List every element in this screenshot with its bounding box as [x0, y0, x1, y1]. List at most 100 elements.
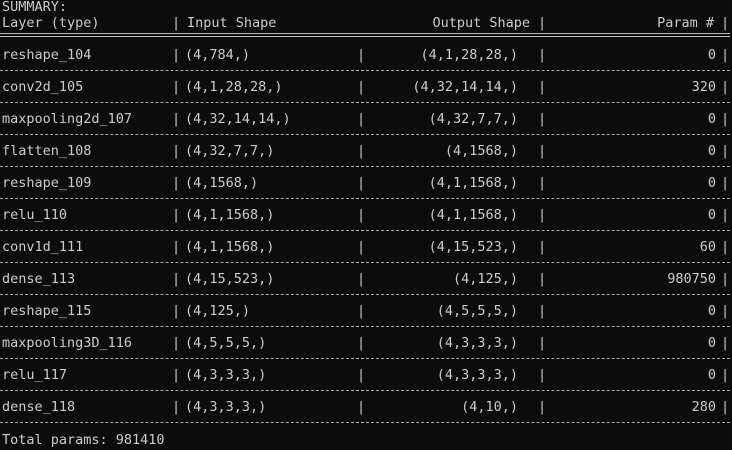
table-row: relu_110 | (4,1,1568,) | (4,1,1568,) | 0 |	[0, 207, 732, 223]
column-separator: |	[721, 239, 730, 255]
table-row: reshape_109 | (4,1568,) | (4,1,1568,) | 0 |	[0, 175, 732, 191]
column-separator: |	[721, 303, 730, 319]
row-divider	[0, 198, 730, 199]
column-separator: |	[357, 79, 366, 95]
layer-name: reshape_115	[2, 303, 92, 319]
input-shape: (4,15,523,)	[185, 271, 275, 287]
column-separator: |	[721, 79, 730, 95]
column-separator: |	[172, 143, 181, 159]
input-shape: (4,1,28,28,)	[185, 79, 283, 95]
column-separator: |	[721, 367, 730, 383]
layer-name: conv1d_111	[2, 239, 84, 255]
input-shape: (4,1,1568,)	[185, 239, 275, 255]
table-row: maxpooling3D_116 | (4,5,5,5,) | (4,3,3,3,) | 0…	[0, 335, 732, 351]
column-separator: |	[357, 175, 366, 191]
table-header: Layer (type) | Input Shape Output Shape …	[0, 15, 732, 31]
output-shape: (4,1568,)	[444, 143, 518, 159]
column-separator: |	[172, 79, 181, 95]
output-shape: (4,5,5,5,)	[436, 303, 518, 319]
param-count: 0	[707, 143, 716, 159]
column-separator: |	[172, 367, 181, 383]
column-separator: |	[721, 335, 730, 351]
column-separator: |	[538, 239, 547, 255]
column-separator: |	[172, 47, 181, 63]
column-separator: |	[172, 271, 181, 287]
row-divider	[0, 262, 730, 263]
column-separator: |	[538, 207, 547, 223]
param-count: 0	[707, 111, 716, 127]
param-count: 980750	[667, 271, 716, 287]
column-separator: |	[721, 399, 730, 415]
table-row: dense_118 | (4,3,3,3,) | (4,10,) | 280 |	[0, 399, 732, 415]
column-separator: |	[538, 303, 547, 319]
column-separator: |	[357, 303, 366, 319]
input-shape: (4,3,3,3,)	[185, 367, 267, 383]
header-divider	[0, 33, 730, 37]
row-divider	[0, 70, 730, 71]
layer-name: conv2d_105	[2, 79, 84, 95]
column-separator: |	[538, 175, 547, 191]
table-row: conv1d_111 | (4,1,1568,) | (4,15,523,) | 60 |	[0, 239, 732, 255]
column-separator: |	[357, 399, 366, 415]
column-separator: |	[721, 111, 730, 127]
layer-name: reshape_104	[2, 47, 92, 63]
column-separator: |	[721, 207, 730, 223]
param-count: 0	[707, 367, 716, 383]
param-count: 0	[707, 207, 716, 223]
table-row: flatten_108 | (4,32,7,7,) | (4,1568,) | 0 |	[0, 143, 732, 159]
row-divider	[0, 422, 730, 423]
input-shape: (4,784,)	[185, 47, 251, 63]
param-count: 320	[691, 79, 716, 95]
column-separator: |	[357, 335, 366, 351]
total-params: Total params: 981410	[2, 432, 165, 448]
column-separator: |	[357, 271, 366, 287]
output-shape: (4,32,7,7,)	[428, 111, 518, 127]
layer-name: maxpooling2d_107	[2, 111, 133, 127]
column-separator: |	[172, 207, 181, 223]
output-shape: (4,1,28,28,)	[420, 47, 518, 63]
column-separator: |	[172, 399, 181, 415]
layer-name: dense_113	[2, 271, 76, 287]
table-row: conv2d_105 | (4,1,28,28,) | (4,32,14,14,) | 32…	[0, 79, 732, 95]
output-shape: (4,32,14,14,)	[412, 79, 518, 95]
output-shape: (4,3,3,3,)	[436, 367, 518, 383]
output-shape: (4,15,523,)	[428, 239, 518, 255]
column-separator: |	[172, 335, 181, 351]
input-shape: (4,5,5,5,)	[185, 335, 267, 351]
column-separator: |	[721, 15, 730, 31]
column-separator: |	[357, 207, 366, 223]
row-divider	[0, 294, 730, 295]
column-separator: |	[357, 367, 366, 383]
layer-name: maxpooling3D_116	[2, 335, 133, 351]
table-row: reshape_104 | (4,784,) | (4,1,28,28,) | 0 |	[0, 47, 732, 63]
output-shape: (4,10,)	[461, 399, 518, 415]
param-count: 0	[707, 175, 716, 191]
layer-name: relu_110	[2, 207, 68, 223]
column-separator: |	[538, 47, 547, 63]
layer-name: reshape_109	[2, 175, 92, 191]
row-divider	[0, 390, 730, 391]
row-divider	[0, 134, 730, 135]
header-output-shape: Output Shape	[432, 15, 530, 31]
table-row: maxpooling2d_107 | (4,32,14,14,) | (4,32,7,7…	[0, 111, 732, 127]
input-shape: (4,125,)	[185, 303, 251, 319]
param-count: 60	[699, 239, 716, 255]
column-separator: |	[172, 303, 181, 319]
terminal-window: SUMMARY: Layer (type) | Input Shape Outp…	[0, 0, 732, 450]
param-count: 0	[707, 303, 716, 319]
column-separator: |	[721, 175, 730, 191]
layer-name: flatten_108	[2, 143, 92, 159]
output-shape: (4,1,1568,)	[428, 175, 518, 191]
column-separator: |	[538, 143, 547, 159]
column-separator: |	[721, 271, 730, 287]
input-shape: (4,32,7,7,)	[185, 143, 275, 159]
header-input-shape: Input Shape	[187, 15, 277, 31]
column-separator: |	[538, 15, 547, 31]
summary-label: SUMMARY:	[2, 0, 68, 15]
input-shape: (4,32,14,14,)	[185, 111, 291, 127]
table-row: relu_117 | (4,3,3,3,) | (4,3,3,3,) | 0 |	[0, 367, 732, 383]
param-count: 0	[707, 47, 716, 63]
input-shape: (4,1,1568,)	[185, 207, 275, 223]
column-separator: |	[538, 111, 547, 127]
column-separator: |	[357, 143, 366, 159]
